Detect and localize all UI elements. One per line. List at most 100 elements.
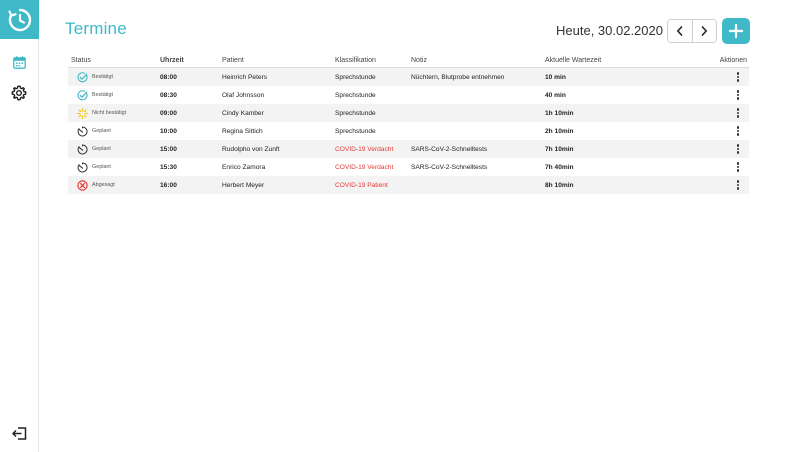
wait-time-cell: 10 min xyxy=(545,73,566,81)
cancel-circle-icon xyxy=(77,179,88,191)
chevron-left-icon xyxy=(676,26,683,36)
more-actions-icon[interactable] xyxy=(736,144,739,154)
page-title: Termine xyxy=(65,19,127,38)
more-actions-icon[interactable] xyxy=(736,180,739,190)
time-cell: 08:00 xyxy=(160,73,177,81)
patient-cell: Cindy Kamber xyxy=(222,109,264,117)
note-cell: SARS-CoV-2-Schnelltests xyxy=(411,163,488,171)
appointments-table: Status Uhrzeit Patient Klassifikation No… xyxy=(68,54,749,194)
column-header-actions: Aktionen xyxy=(719,57,747,64)
actions-cell xyxy=(715,126,749,136)
table-row[interactable]: Geplant 15:30 Enrico Zamora COVID-19 Verdac… xyxy=(68,158,749,176)
status-cell: Bestätigt xyxy=(68,89,148,101)
status-label: Nicht bestätigt xyxy=(92,110,127,116)
sidebar-item-settings[interactable] xyxy=(10,84,28,102)
status-cell: Geplant xyxy=(68,125,148,137)
wait-time-cell: 7h 10min xyxy=(545,145,574,153)
classification-cell: COVID-19 Patient xyxy=(335,181,388,189)
previous-day-button[interactable] xyxy=(668,20,692,42)
classification-cell: Sprechstunde xyxy=(335,91,376,99)
chevron-right-icon xyxy=(701,26,708,36)
add-appointment-button[interactable] xyxy=(722,18,750,44)
loading-icon xyxy=(77,107,88,119)
logout-icon xyxy=(11,426,26,440)
calendar-icon xyxy=(12,55,26,69)
more-actions-icon[interactable] xyxy=(736,126,739,136)
check-circle-icon xyxy=(77,71,88,83)
time-cell: 08:30 xyxy=(160,91,177,99)
table-row[interactable]: Bestätigt 08:30 Olaf Johnsson Sprechstunde 4… xyxy=(68,86,749,104)
wait-time-cell: 2h 10min xyxy=(545,127,574,135)
patient-cell: Herbert Meyer xyxy=(222,181,265,189)
more-actions-icon[interactable] xyxy=(736,72,739,82)
table-row[interactable]: Abgesagt 16:00 Herbert Meyer COVID-19 Patie… xyxy=(68,176,749,194)
date-navigation xyxy=(667,19,717,43)
app-root: Termine Heute, 30.02.2020 Status Uhrzeit… xyxy=(0,0,806,452)
table-body: Bestätigt 08:00 Heinrich Peters Sprechstund… xyxy=(68,68,749,194)
actions-cell xyxy=(715,162,749,172)
classification-cell: Sprechstunde xyxy=(335,109,376,117)
more-actions-icon[interactable] xyxy=(736,90,739,100)
patient-cell: Heinrich Peters xyxy=(222,73,268,81)
more-actions-icon[interactable] xyxy=(736,108,739,118)
logout-button[interactable] xyxy=(10,424,28,442)
patient-cell: Rudolpho von Zunft xyxy=(222,145,280,153)
plus-icon xyxy=(729,24,743,38)
status-cell: Nicht bestätigt xyxy=(68,107,148,119)
classification-cell: Sprechstunde xyxy=(335,127,376,135)
status-label: Geplant xyxy=(92,164,111,170)
next-day-button[interactable] xyxy=(691,20,716,42)
timer-icon xyxy=(77,143,88,155)
note-cell: Nüchtern, Blutprobe entnehmen xyxy=(411,73,505,81)
wait-time-cell: 7h 40min xyxy=(545,163,574,171)
patient-cell: Regina Sittich xyxy=(222,127,263,135)
time-cell: 16:00 xyxy=(160,181,177,189)
column-header-wait-time[interactable]: Aktuelle Wartezeit xyxy=(545,57,715,64)
column-header-patient[interactable]: Patient xyxy=(222,57,335,64)
column-header-note[interactable]: Notiz xyxy=(411,57,545,64)
actions-cell xyxy=(715,108,749,118)
patient-cell: Enrico Zamora xyxy=(222,163,266,171)
time-cell: 10:00 xyxy=(160,127,177,135)
status-cell: Bestätigt xyxy=(68,71,148,83)
patient-cell: Olaf Johnsson xyxy=(222,91,265,99)
time-cell: 15:30 xyxy=(160,163,177,171)
more-actions-icon[interactable] xyxy=(736,162,739,172)
table-row[interactable]: Nicht bestätigt 09:00 Cindy Kamber Sprechst… xyxy=(68,104,749,122)
status-label: Bestätigt xyxy=(92,74,113,80)
wait-time-cell: 8h 10min xyxy=(545,181,574,189)
timer-icon xyxy=(77,161,88,173)
note-cell: SARS-CoV-2-Schnelltests xyxy=(411,145,488,153)
table-row[interactable]: Bestätigt 08:00 Heinrich Peters Sprechstund… xyxy=(68,68,749,86)
app-logo[interactable] xyxy=(0,0,39,39)
status-cell: Geplant xyxy=(68,143,148,155)
status-cell: Geplant xyxy=(68,161,148,173)
check-circle-icon xyxy=(77,89,88,101)
classification-cell: COVID-19 Verdacht xyxy=(335,145,394,153)
sidebar-item-calendar[interactable] xyxy=(10,53,28,71)
time-cell: 15:00 xyxy=(160,145,177,153)
wait-time-cell: 40 min xyxy=(545,91,566,99)
table-row[interactable]: Geplant 10:00 Regina Sittich Sprechstunde 2h… xyxy=(68,122,749,140)
timer-icon xyxy=(77,125,88,137)
status-label: Abgesagt xyxy=(92,182,115,188)
column-header-time[interactable]: Uhrzeit xyxy=(148,57,222,64)
column-header-classification[interactable]: Klassifikation xyxy=(335,57,411,64)
status-label: Geplant xyxy=(92,146,111,152)
wait-time-cell: 1h 10min xyxy=(545,109,574,117)
sidebar xyxy=(0,0,39,452)
clock-refresh-icon xyxy=(7,8,31,31)
classification-cell: COVID-19 Verdacht xyxy=(335,163,394,171)
status-label: Geplant xyxy=(92,128,111,134)
gear-icon xyxy=(11,85,27,101)
actions-cell xyxy=(715,180,749,190)
table-row[interactable]: Geplant 15:00 Rudolpho von Zunft COVID-19 V… xyxy=(68,140,749,158)
column-header-status[interactable]: Status xyxy=(68,57,148,64)
actions-cell xyxy=(715,144,749,154)
current-date: Heute, 30.02.2020 xyxy=(556,23,663,38)
time-cell: 09:00 xyxy=(160,109,177,117)
actions-cell xyxy=(715,72,749,82)
actions-cell xyxy=(715,90,749,100)
table-header: Status Uhrzeit Patient Klassifikation No… xyxy=(68,54,749,68)
classification-cell: Sprechstunde xyxy=(335,73,376,81)
